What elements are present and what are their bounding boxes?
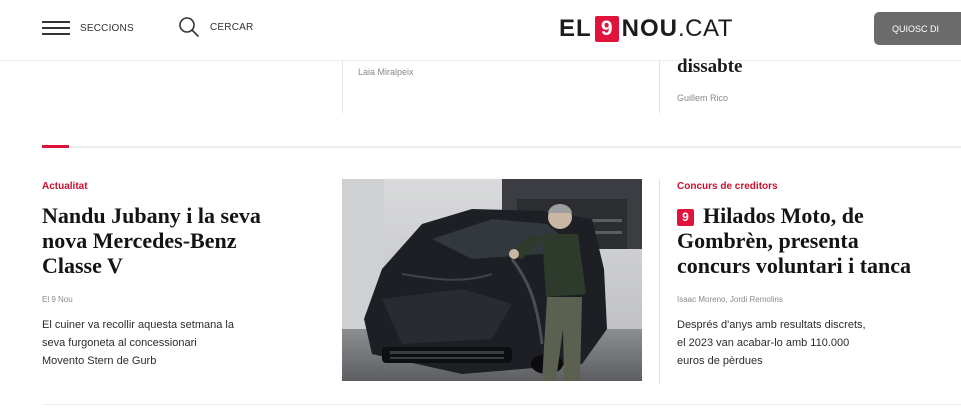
header-divider [0, 60, 961, 61]
headline-right-tail[interactable]: dissabte [677, 56, 742, 78]
headline-line: concurs voluntari i tanca [677, 253, 912, 278]
section-divider [42, 146, 961, 148]
headline-line: Classe V [42, 253, 123, 278]
column-divider [659, 179, 660, 384]
byline-right: Guillem Rico [677, 93, 729, 103]
headline-line: 9 Hilados Moto, de [677, 203, 961, 228]
headline-line-text: Hilados Moto, de [703, 203, 864, 228]
kiosk-button[interactable]: QUIOSC DI [874, 12, 961, 45]
section-accent-bar [42, 145, 69, 148]
summary-line: euros de pèrdues [677, 355, 763, 367]
car-unveiling-image [342, 179, 642, 381]
byline-middle: Laia Miralpeix [358, 67, 414, 77]
bottom-divider [42, 404, 961, 405]
el9nou-badge-icon: 9 [677, 209, 694, 226]
article-headline[interactable]: Nandu Jubany i la seva nova Mercedes-Ben… [42, 203, 332, 278]
headline-line: Nandu Jubany i la seva [42, 203, 261, 228]
logo-nou: NOU [621, 15, 679, 42]
sections-menu-label: SECCIONS [80, 22, 134, 34]
summary-line: Movento Stern de Gurb [42, 355, 157, 367]
sections-menu-button[interactable]: SECCIONS [42, 18, 134, 38]
logo-el: EL [559, 15, 592, 42]
article-kicker[interactable]: Actualitat [42, 181, 88, 192]
summary-line: seva furgoneta al concessionari [42, 337, 197, 349]
summary-line: Després d'anys amb resultats discrets, [677, 319, 866, 331]
article-headline[interactable]: 9 Hilados Moto, de Gombrèn, presenta conc… [677, 203, 961, 278]
headline-line: nova Mercedes-Benz [42, 228, 237, 253]
column-divider [659, 61, 660, 113]
kiosk-button-label: QUIOSC DI [892, 23, 940, 34]
site-header: SECCIONS CERCAR EL 9 NOU .CAT QUIOSC DI [0, 0, 961, 60]
article-byline: Isaac Moreno, Jordi Remolins [677, 295, 783, 304]
search-label: CERCAR [210, 21, 254, 33]
column-divider [342, 61, 343, 113]
article-kicker[interactable]: Concurs de creditors [677, 181, 778, 192]
site-logo[interactable]: EL 9 NOU .CAT [559, 14, 733, 44]
article-summary: Després d'anys amb resultats discrets, e… [677, 316, 961, 370]
article-byline: El 9 Nou [42, 295, 73, 304]
article-photo[interactable] [342, 179, 642, 381]
headline-line: Gombrèn, presenta [677, 228, 859, 253]
summary-line: El cuiner va recollir aquesta setmana la [42, 319, 234, 331]
logo-nine-badge: 9 [594, 16, 619, 42]
search-icon [179, 17, 199, 37]
summary-line: el 2023 van acabar-lo amb 110.000 [677, 337, 850, 349]
article-summary: El cuiner va recollir aquesta setmana la… [42, 316, 332, 370]
logo-cat: .CAT [678, 15, 733, 42]
search-button[interactable]: CERCAR [178, 16, 253, 38]
hamburger-icon [42, 18, 70, 38]
